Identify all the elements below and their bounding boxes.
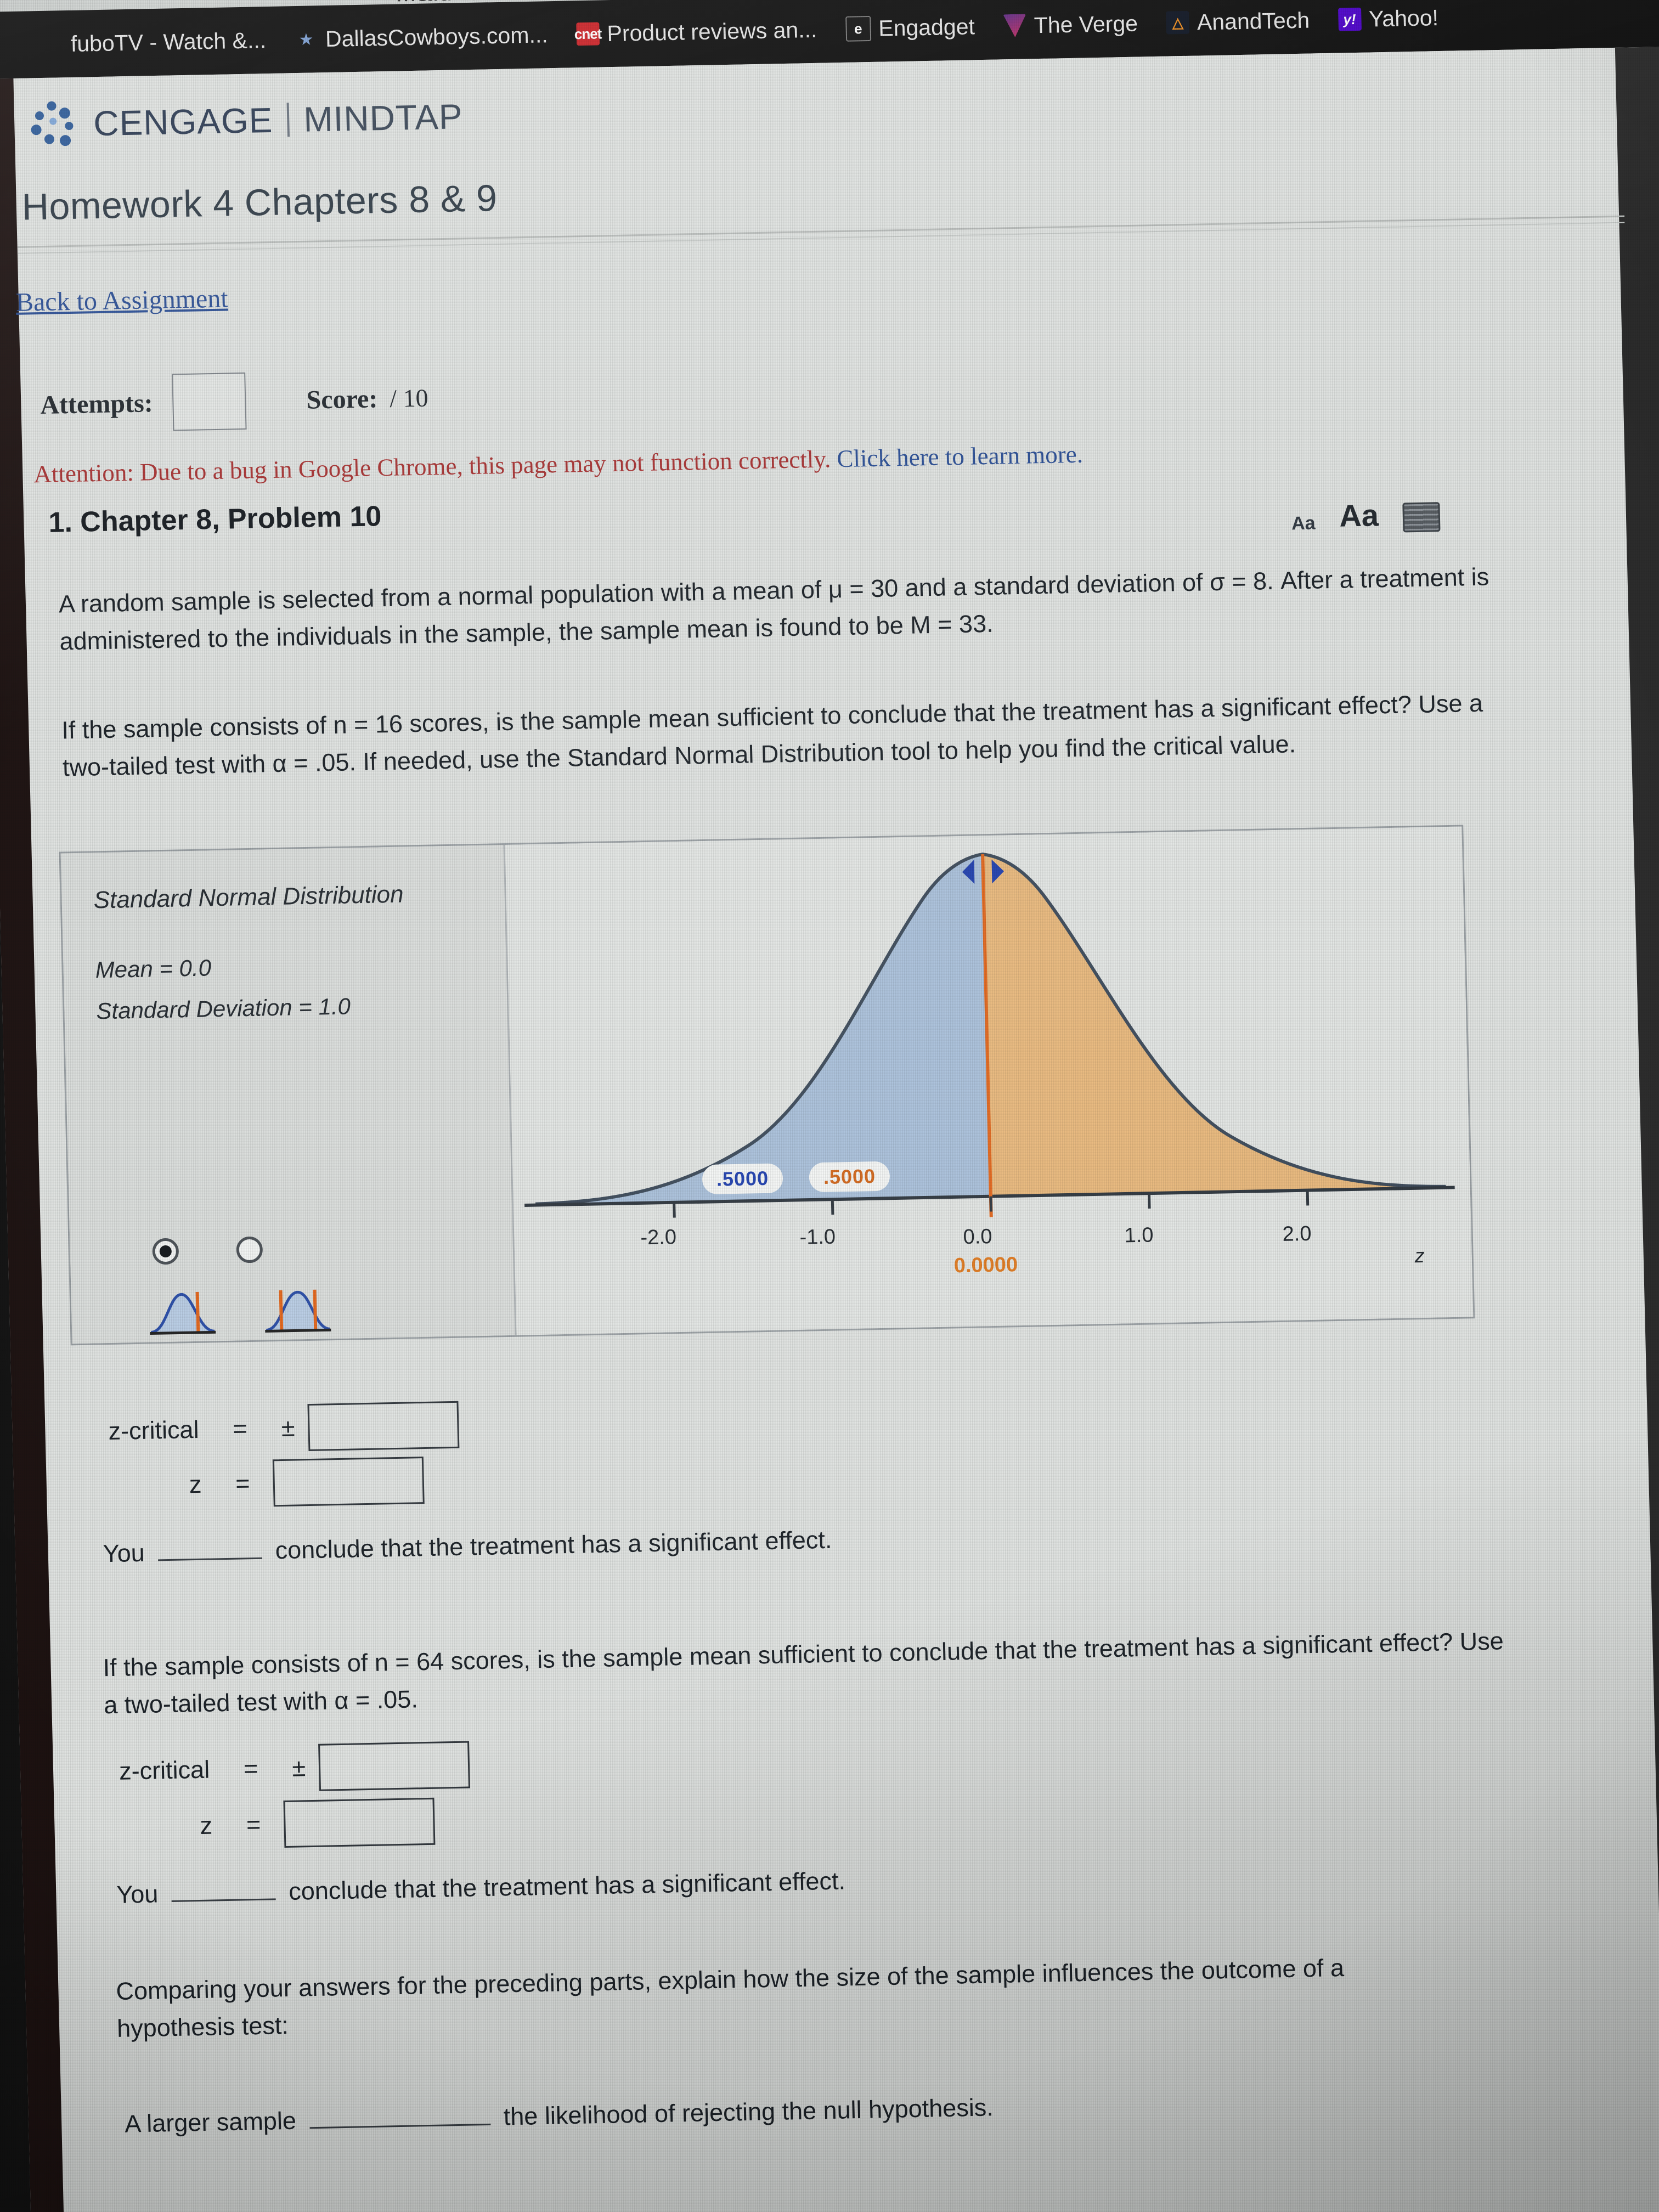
bookmark-label: DallasCowboys.com...: [325, 21, 549, 52]
tick-label-pos2: 2.0: [1282, 1222, 1312, 1246]
equals-sign-a1: =: [232, 1414, 248, 1443]
fubotv-icon: [40, 32, 63, 56]
problem-heading: 1. Chapter 8, Problem 10: [48, 500, 382, 539]
learn-more-link[interactable]: Click here to learn more.: [837, 441, 1084, 473]
score-value: / 10: [389, 383, 429, 413]
zcritical-row-b: z-critical = ±: [119, 1741, 471, 1795]
verge-icon: [1003, 14, 1026, 37]
cengage-logo-icon: [30, 100, 80, 149]
bookmark-anandtech[interactable]: △ AnandTech: [1166, 7, 1310, 36]
engadget-icon: e: [845, 15, 871, 42]
radio-one-tail[interactable]: [152, 1238, 179, 1265]
sentence-start-b: You: [116, 1880, 159, 1909]
zcritical-row-a: z-critical = ±: [108, 1401, 460, 1455]
bookmark-label: Product reviews an...: [606, 16, 817, 46]
conclusion-blank-a[interactable]: [157, 1538, 263, 1561]
zcritical-input-b[interactable]: [318, 1741, 471, 1791]
brand-mindtap: MINDTAP: [303, 97, 464, 139]
bookmark-dallascowboys[interactable]: ★ DallasCowboys.com...: [295, 22, 549, 53]
tail-mode-radio-group: [152, 1236, 263, 1265]
z-input-b[interactable]: [283, 1797, 436, 1848]
sentence-start-a: You: [103, 1538, 145, 1568]
one-tail-curve-icon[interactable]: [146, 1284, 218, 1335]
cnet-icon: cnet: [574, 22, 602, 46]
bookmark-label: The Verge: [1034, 10, 1138, 38]
zcritical-label-b: z-critical: [119, 1755, 210, 1785]
font-small-button[interactable]: Aa: [1291, 513, 1316, 535]
distribution-sd: Standard Deviation = 1.0: [95, 993, 351, 1024]
tick-label-pos1: 1.0: [1124, 1223, 1154, 1248]
final-blank[interactable]: [309, 2104, 491, 2129]
two-tail-curve-icon[interactable]: [262, 1282, 333, 1333]
attempts-score-row: Attempts: Score: / 10: [40, 369, 429, 434]
equals-sign-b1: =: [243, 1754, 258, 1783]
bookmark-label: Engadget: [878, 13, 975, 41]
bookmark-cnet[interactable]: cnet Product reviews an...: [574, 16, 817, 47]
equals-sign-a2: =: [235, 1469, 251, 1498]
right-area-fill: [983, 854, 1446, 1195]
tick-label-neg1: -1.0: [799, 1225, 836, 1249]
zcritical-input-a[interactable]: [307, 1401, 460, 1452]
screen-content: ...&id=681984784&snapshotId=1536810& fub…: [0, 0, 1659, 2212]
z-cursor-value: 0.0000: [953, 1253, 1018, 1278]
back-to-assignment-link[interactable]: Back to Assignment: [15, 284, 228, 318]
conclusion-blank-b[interactable]: [171, 1880, 276, 1902]
equals-sign-b2: =: [246, 1810, 261, 1839]
bookmark-label: fuboTV - Watch &...: [70, 27, 267, 57]
bookmark-label: Yahoo!: [1368, 4, 1439, 31]
plus-minus-sign-a: ±: [281, 1413, 296, 1442]
right-area-label: .5000: [809, 1161, 890, 1193]
x-axis-label: z: [1414, 1244, 1425, 1267]
radio-two-tail[interactable]: [236, 1236, 263, 1263]
bookmark-yahoo[interactable]: y! Yahoo!: [1338, 5, 1439, 32]
bookmark-label: AnandTech: [1197, 7, 1310, 35]
brand-lockup: CENGAGE MINDTAP: [93, 96, 463, 144]
tick-label-zero: 0.0: [963, 1225, 992, 1249]
plus-minus-sign-b: ±: [291, 1753, 306, 1782]
attempts-value-box: [172, 372, 247, 431]
zcritical-label-a: z-critical: [108, 1415, 200, 1446]
attempts-label: Attempts:: [40, 388, 154, 420]
brand-cengage: CENGAGE: [93, 100, 274, 144]
distribution-mean: Mean = 0.0: [95, 955, 212, 983]
z-row-b: z =: [199, 1797, 436, 1849]
z-input-a[interactable]: [272, 1457, 425, 1507]
photo-of-screen: ...&id=681984784&snapshotId=1536810& fub…: [0, 0, 1659, 2212]
z-label-a: z: [189, 1470, 202, 1499]
distribution-plot[interactable]: .5000 .5000 -2.0 -1.0 0.0 1.0 2.0 0.0000…: [505, 826, 1474, 1335]
anandtech-icon: △: [1166, 10, 1190, 35]
standard-normal-distribution-tool[interactable]: Standard Normal Distribution Mean = 0.0 …: [59, 825, 1475, 1346]
bookmark-fubotv[interactable]: fuboTV - Watch &...: [40, 27, 266, 58]
left-area-fill: [535, 854, 991, 1204]
keyboard-icon[interactable]: [1402, 502, 1441, 533]
yahoo-icon: y!: [1338, 7, 1362, 31]
text-format-toolbar: Aa Aa: [1291, 496, 1441, 534]
font-large-button[interactable]: Aa: [1339, 497, 1379, 533]
left-area-label: .5000: [702, 1163, 783, 1195]
brand-divider: [286, 103, 290, 137]
bookmark-theverge[interactable]: The Verge: [1003, 10, 1138, 39]
score-label: Score:: [306, 383, 378, 415]
final-prefix: A larger sample: [124, 2106, 297, 2138]
bookmark-engadget[interactable]: e Engadget: [845, 14, 975, 42]
distribution-title: Standard Normal Distribution: [93, 881, 404, 914]
tick-label-neg2: -2.0: [640, 1226, 677, 1250]
star-icon: ★: [300, 31, 313, 48]
z-label-b: z: [199, 1811, 213, 1839]
tail-mode-icons: [146, 1282, 333, 1335]
distribution-controls-panel: Standard Normal Distribution Mean = 0.0 …: [60, 844, 517, 1344]
z-row-a: z =: [189, 1457, 425, 1508]
